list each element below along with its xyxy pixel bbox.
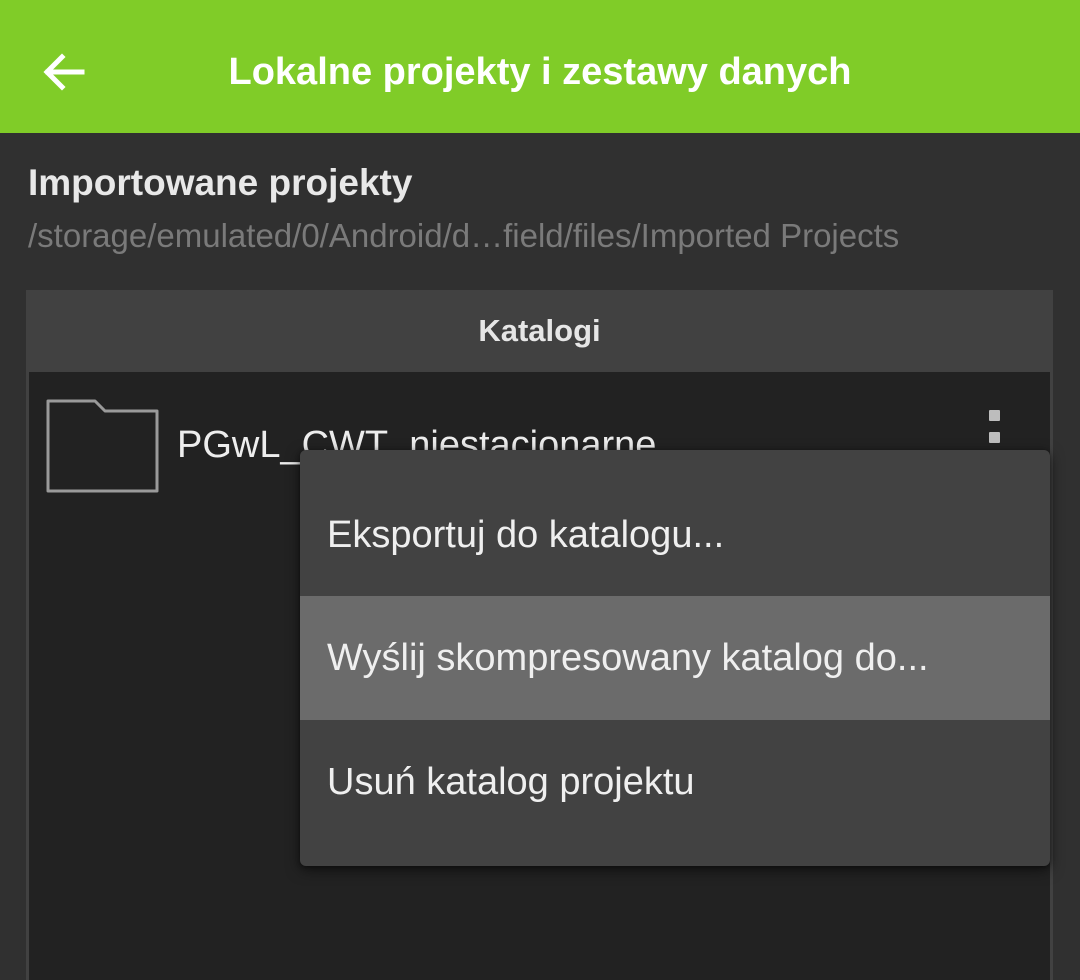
- menu-item-export[interactable]: Eksportuj do katalogu...: [300, 474, 1050, 596]
- folder-icon: [46, 399, 159, 493]
- section-path: /storage/emulated/0/Android/d…field/file…: [28, 217, 900, 254]
- menu-item-delete[interactable]: Usuń katalog projektu: [300, 720, 1050, 844]
- menu-item-send-compressed[interactable]: Wyślij skompresowany katalog do...: [300, 596, 1050, 720]
- page-title: Lokalne projekty i zestawy danych: [228, 51, 852, 93]
- top-app-bar: Lokalne projekty i zestawy danych: [0, 0, 1080, 133]
- context-menu: Eksportuj do katalogu... Wyślij skompres…: [300, 450, 1050, 866]
- arrow-left-icon: [43, 53, 85, 91]
- app-screen: Lokalne projekty i zestawy danych Import…: [0, 0, 1080, 980]
- panel-header: Katalogi: [478, 313, 601, 348]
- back-button[interactable]: [22, 30, 106, 114]
- section-title: Importowane projekty: [28, 162, 413, 203]
